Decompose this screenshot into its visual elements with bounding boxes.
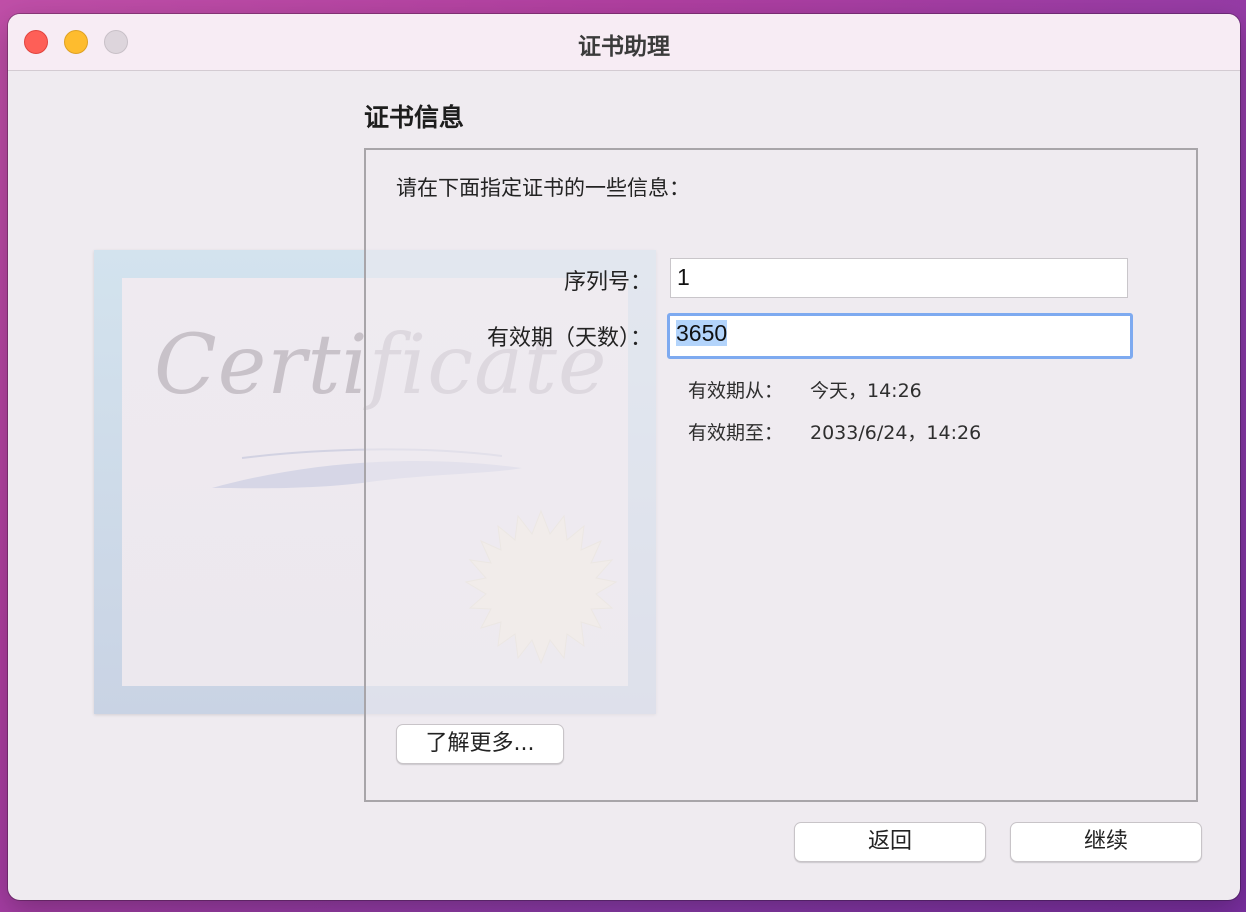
learn-more-button[interactable]: 了解更多... — [396, 724, 564, 764]
valid-to-value: 2033/6/24，14:26 — [810, 422, 982, 444]
validity-days-label: 有效期（天数）： — [486, 326, 652, 351]
intro-text: 请在下面指定证书的一些信息： — [396, 176, 690, 200]
window-title: 证书助理 — [578, 34, 670, 60]
validity-days-value: 3650 — [676, 320, 728, 346]
valid-from-label: 有效期从： — [688, 380, 784, 402]
serial-number-field[interactable]: 1 — [670, 258, 1128, 298]
certificate-assistant-window: 证书助理 Certificate 证书信息 请在下面指定证书的一些信息： 序列号… — [8, 14, 1240, 900]
valid-to-label: 有效期至： — [688, 422, 784, 444]
serial-number-label: 序列号： — [563, 270, 652, 295]
continue-button[interactable]: 继续 — [1010, 822, 1202, 862]
valid-from-value: 今天，14:26 — [810, 380, 922, 402]
section-title: 证书信息 — [364, 103, 465, 132]
back-button[interactable]: 返回 — [794, 822, 986, 862]
title-bar[interactable]: 证书助理 — [8, 14, 1240, 71]
validity-days-field[interactable]: 3650 — [667, 313, 1133, 359]
info-panel — [364, 148, 1198, 802]
